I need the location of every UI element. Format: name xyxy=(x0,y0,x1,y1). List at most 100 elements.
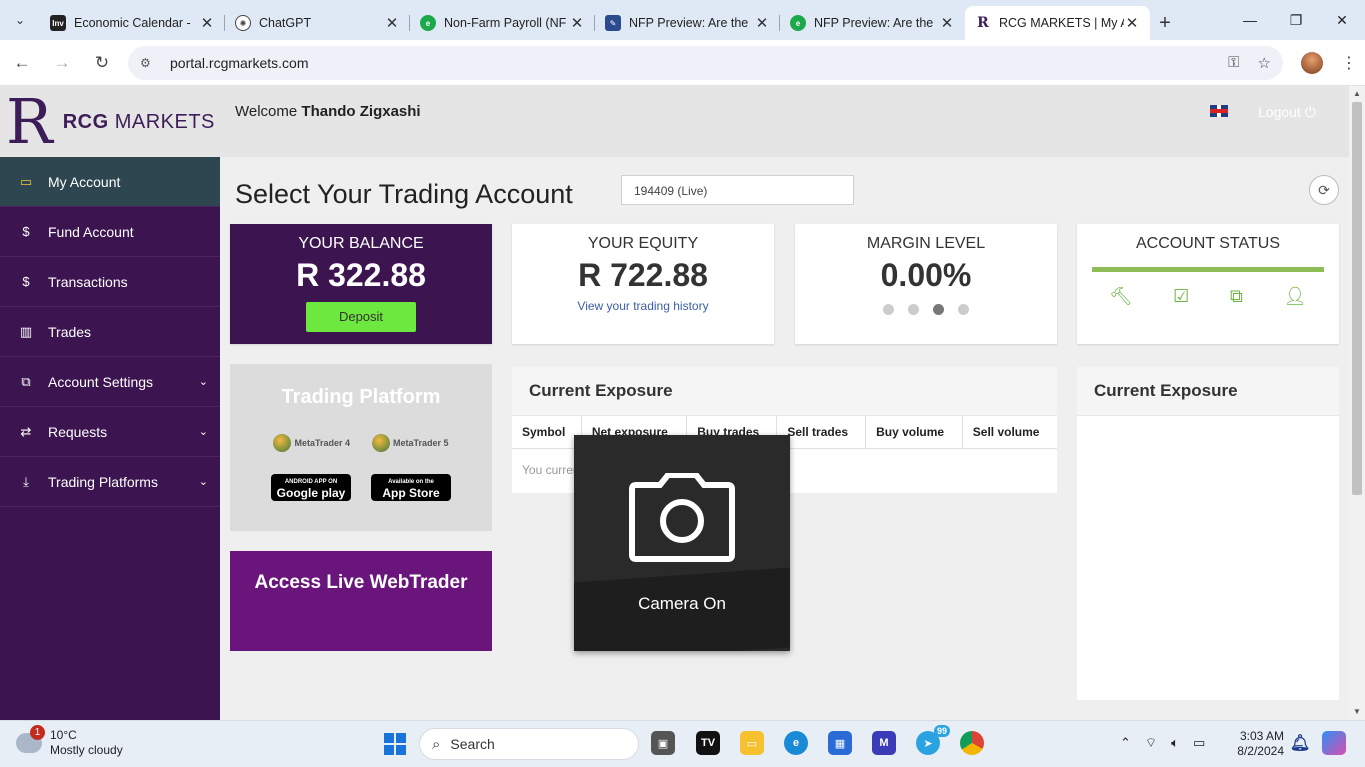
address-bar[interactable]: ⚙ portal.rcgmarkets.com ⚿ ☆ xyxy=(128,45,1283,80)
trading-platform-title: Trading Platform xyxy=(281,386,441,408)
gavel-icon[interactable]: 🔨︎ xyxy=(1109,286,1132,307)
site-info-icon[interactable]: ⚙ xyxy=(140,56,160,70)
browser-tab[interactable]: e Non-Farm Payroll (NF ✕ xyxy=(410,6,595,40)
close-tab-icon[interactable]: ✕ xyxy=(384,14,400,32)
app-icon[interactable]: M xyxy=(872,731,896,755)
checkbox-icon[interactable]: ☑ xyxy=(1173,286,1189,307)
taskbar-search[interactable]: ⌕ Search xyxy=(419,728,639,760)
tab-title: NFP Preview: Are the xyxy=(814,16,934,30)
restore-icon[interactable]: ❐ xyxy=(1273,0,1319,40)
copy-icon: ⧉ xyxy=(21,373,31,389)
uk-flag-icon[interactable] xyxy=(1210,105,1228,117)
wifi-icon[interactable]: ⌔ xyxy=(1145,735,1157,751)
access-webtrader-button[interactable]: Access Live WebTrader xyxy=(230,551,492,651)
cloudy-icon: 1 xyxy=(16,725,45,753)
bar-chart-icon: ▥ xyxy=(19,323,33,339)
current-exposure-chart-panel: Current Exposure xyxy=(1077,367,1339,700)
chevron-down-icon: ⌄ xyxy=(198,376,208,388)
browser-tab[interactable]: e NFP Preview: Are the ✕ xyxy=(780,6,965,40)
page-title: Select Your Trading Account xyxy=(235,179,573,209)
sidebar-item-transactions[interactable]: $ Transactions xyxy=(0,257,220,307)
taskbar-clock[interactable]: 3:03 AM 8/2/2024 xyxy=(1232,729,1284,759)
exchange-icon: ⇄ xyxy=(20,423,32,439)
browser-tab-active[interactable]: R RCG MARKETS | My A ✕ xyxy=(965,6,1150,40)
tab-title: RCG MARKETS | My A xyxy=(999,16,1124,30)
metatrader5-link[interactable]: MetaTrader 5 xyxy=(372,434,449,452)
reload-icon[interactable]: ↻ xyxy=(84,45,120,81)
sidebar-item-my-account[interactable]: ▭ My Account xyxy=(0,157,220,207)
logo-text: RCG MARKETS xyxy=(62,110,215,133)
chrome-icon[interactable] xyxy=(960,731,984,755)
welcome-message: Welcome Thando Zigxashi xyxy=(235,103,421,120)
weather-widget[interactable]: 1 10°C Mostly cloudy xyxy=(16,725,123,758)
close-tab-icon[interactable]: ✕ xyxy=(1124,14,1140,32)
page-scrollbar[interactable]: ▲ ▼ xyxy=(1349,86,1365,720)
close-tab-icon[interactable]: ✕ xyxy=(754,14,770,32)
sidebar-item-fund-account[interactable]: $ Fund Account xyxy=(0,207,220,257)
profile-avatar[interactable] xyxy=(1301,51,1323,74)
power-icon: ⏻ xyxy=(1304,104,1316,120)
equity-label: YOUR EQUITY xyxy=(587,235,699,252)
password-key-icon[interactable]: ⚿ xyxy=(1228,54,1239,71)
app-store-badge[interactable]: Available on the App Store xyxy=(371,474,451,501)
dollar-icon: $ xyxy=(22,224,30,239)
user-icon[interactable]: 👤︎ xyxy=(1284,286,1307,307)
dollar-icon: $ xyxy=(22,274,30,289)
column-header: Sell trades xyxy=(776,416,867,449)
close-window-icon[interactable]: ✕ xyxy=(1319,0,1365,40)
back-icon[interactable]: ← xyxy=(4,45,40,81)
url-text[interactable]: portal.rcgmarkets.com xyxy=(170,55,1210,71)
browser-tab[interactable]: ✎ NFP Preview: Are the ✕ xyxy=(595,6,780,40)
tab-search-button[interactable]: ⌄ xyxy=(0,0,40,40)
browser-menu-icon[interactable]: ⋮ xyxy=(1341,53,1357,73)
close-tab-icon[interactable]: ✕ xyxy=(939,14,955,32)
forward-icon[interactable]: → xyxy=(44,45,80,81)
balance-label: YOUR BALANCE xyxy=(298,235,424,252)
sidebar-item-requests[interactable]: ⇄ Requests ⌄ xyxy=(0,407,220,457)
task-view-icon[interactable]: ▣ xyxy=(651,731,675,755)
browser-tab[interactable]: Inv Economic Calendar - ✕ xyxy=(40,6,225,40)
browser-tab-strip: ⌄ Inv Economic Calendar - ✕ ✺ ChatGPT ✕ … xyxy=(0,0,1365,40)
tradingview-icon[interactable]: TV xyxy=(696,731,720,755)
balance-value: R 322.88 xyxy=(296,257,426,293)
weather-temp: 10°C xyxy=(50,728,77,742)
margin-level-dots xyxy=(795,304,1057,315)
close-tab-icon[interactable]: ✕ xyxy=(199,14,215,32)
metatrader4-link[interactable]: MetaTrader 4 xyxy=(273,434,350,452)
telegram-icon[interactable]: ➤ 99 xyxy=(916,725,950,755)
logout-button[interactable]: Logout ⏻ xyxy=(1258,104,1316,121)
camera-icon xyxy=(629,473,735,562)
file-explorer-icon[interactable]: ▭ xyxy=(740,731,764,755)
new-tab-button[interactable]: + xyxy=(1150,6,1180,40)
refresh-icon[interactable]: ⟳ xyxy=(1309,175,1339,205)
column-header: Buy volume xyxy=(865,416,963,449)
copilot-icon[interactable] xyxy=(1322,731,1346,755)
rcg-logo[interactable]: R RCG MARKETS xyxy=(6,91,215,153)
edge-icon[interactable]: e xyxy=(784,731,808,755)
bookmark-star-icon[interactable]: ☆ xyxy=(1258,54,1271,72)
sidebar-item-trades[interactable]: ▥ Trades xyxy=(0,307,220,357)
documents-icon[interactable]: ⧉ xyxy=(1230,286,1243,307)
store-icon[interactable]: ▦ xyxy=(828,731,852,755)
fxstreet-icon: ✎ xyxy=(605,15,621,31)
sidebar-item-account-settings[interactable]: ⧉ Account Settings ⌄ xyxy=(0,357,220,407)
search-icon: ⌕ xyxy=(432,735,441,753)
google-play-badge[interactable]: ANDROID APP ON Google play xyxy=(271,474,351,501)
speaker-icon[interactable]: 🔈︎ xyxy=(1171,735,1179,751)
sidebar-item-trading-platforms[interactable]: ⤓ Trading Platforms ⌄ xyxy=(0,457,220,507)
notification-bell-icon[interactable]: 🔔︎ xyxy=(1288,731,1312,755)
battery-icon[interactable]: ▭ xyxy=(1193,735,1205,751)
metatrader-icon xyxy=(372,434,390,452)
deposit-button[interactable]: Deposit xyxy=(306,302,416,332)
sidebar: ▭ My Account $ Fund Account $ Transactio… xyxy=(0,157,220,720)
chevron-up-icon[interactable]: ⌃ xyxy=(1120,735,1131,751)
balance-card: YOUR BALANCE R 322.88 Deposit xyxy=(230,224,492,344)
windows-start-icon[interactable] xyxy=(384,733,406,755)
close-tab-icon[interactable]: ✕ xyxy=(569,14,585,32)
tab-title: Economic Calendar - xyxy=(74,16,191,30)
browser-tab[interactable]: ✺ ChatGPT ✕ xyxy=(225,6,410,40)
trading-account-select[interactable]: 194409 (Live) xyxy=(621,175,854,205)
browser-toolbar: ← → ↻ ⚙ portal.rcgmarkets.com ⚿ ☆ ⋮ xyxy=(0,40,1365,86)
trading-history-link[interactable]: View your trading history xyxy=(512,299,774,313)
minimize-icon[interactable]: — xyxy=(1227,0,1273,40)
